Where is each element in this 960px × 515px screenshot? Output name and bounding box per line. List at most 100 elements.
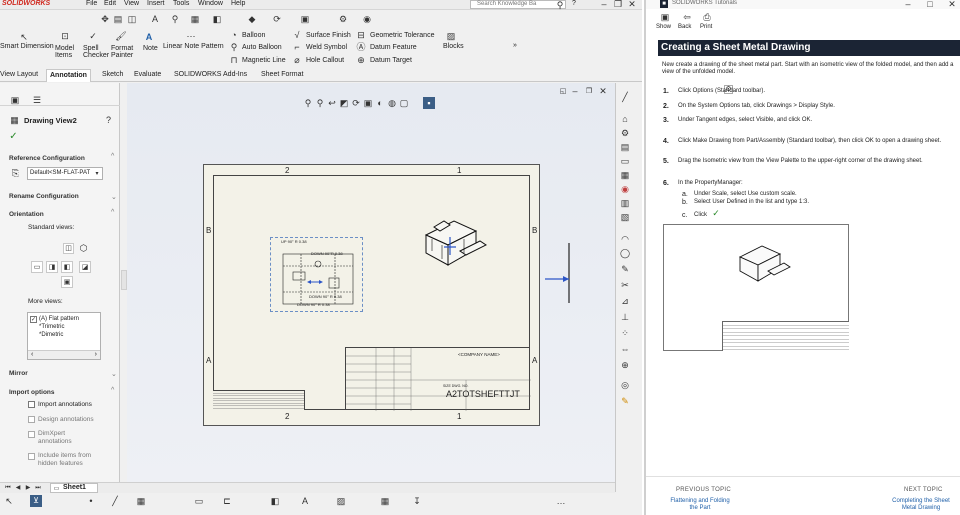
dimxpert-checkbox[interactable]: [28, 431, 35, 438]
table-icon[interactable]: ▦: [380, 496, 390, 506]
linear-note-pattern-icon[interactable]: ⋯: [185, 31, 197, 41]
font-icon[interactable]: A: [300, 496, 310, 506]
note-icon[interactable]: A: [144, 32, 154, 43]
next-sheet-icon[interactable]: ▶: [24, 484, 32, 492]
linear-note-pattern-button[interactable]: Linear Note Pattern: [163, 43, 224, 50]
file-explorer-icon[interactable]: ▭: [619, 155, 631, 167]
show-icon[interactable]: ▣: [660, 12, 670, 22]
zoom-to-fit-icon[interactable]: ⚲: [303, 98, 313, 108]
menu-window[interactable]: Window: [198, 0, 223, 7]
top-view-icon[interactable]: ◫: [63, 243, 74, 254]
mirror-entities-icon[interactable]: ⇔: [619, 343, 631, 355]
pattern-icon[interactable]: ⁘: [619, 327, 631, 339]
close-icon[interactable]: ✕: [599, 86, 607, 95]
format-painter-icon[interactable]: 🖌: [115, 31, 126, 41]
sketch-arc-icon[interactable]: ◠: [619, 233, 631, 245]
ok-check-icon[interactable]: ✓: [9, 131, 18, 141]
restore-icon[interactable]: ❐: [585, 87, 593, 95]
pm-help-icon[interactable]: ?: [104, 116, 113, 125]
collapse-icon[interactable]: ^: [111, 209, 114, 216]
search-input[interactable]: Search Knowledge Ba: [477, 1, 536, 7]
zoom-icon[interactable]: ⚲: [170, 14, 180, 24]
surface-finish-icon[interactable]: √: [293, 30, 301, 39]
layer-icon[interactable]: ◫: [127, 14, 137, 24]
hole-callout-icon[interactable]: ⌀: [293, 55, 301, 64]
arrow-icon[interactable]: ↧: [412, 496, 422, 506]
sheet-tab[interactable]: ▭ Sheet1: [50, 483, 98, 493]
line-icon[interactable]: ╱: [110, 496, 120, 506]
previous-topic-link[interactable]: Flattening and Folding the Part: [666, 498, 734, 512]
point-icon[interactable]: •: [86, 496, 96, 506]
list-item[interactable]: *Trimetric: [39, 324, 64, 330]
collapse-icon[interactable]: ^: [111, 387, 114, 394]
expand-icon[interactable]: ⌄: [111, 370, 117, 378]
restore-icon[interactable]: □: [926, 0, 934, 8]
tab-annotation[interactable]: Annotation: [46, 69, 91, 82]
text-icon[interactable]: A: [150, 14, 160, 24]
ref-config-header[interactable]: Reference Configuration: [9, 155, 85, 162]
weld-symbol-icon[interactable]: ⌐: [293, 42, 301, 51]
model-items-icon[interactable]: ⊡: [60, 31, 70, 41]
back-view-icon[interactable]: ▣: [61, 276, 73, 288]
print-button[interactable]: Print: [700, 24, 712, 30]
magnetic-line-icon[interactable]: ⊓: [230, 55, 238, 64]
smart-dimension-button[interactable]: Smart Dimension: [0, 43, 54, 50]
select-icon[interactable]: ↖: [4, 496, 14, 506]
menu-help[interactable]: Help: [231, 0, 245, 7]
menu-edit[interactable]: Edit: [104, 0, 116, 7]
rename-config-header[interactable]: Rename Configuration: [9, 193, 79, 200]
mirror-header[interactable]: Mirror: [9, 370, 28, 377]
macro-icon[interactable]: ✎: [619, 395, 631, 407]
more-views-list[interactable]: ✓ (A) Flat pattern *Trimetric *Dimetric …: [27, 312, 101, 360]
tab-evaluate[interactable]: Evaluate: [134, 71, 161, 78]
model-items-button[interactable]: Model Items: [55, 45, 77, 60]
expand-icon[interactable]: ⌄: [111, 193, 117, 201]
tab-sketch[interactable]: Sketch: [102, 71, 123, 78]
flat-pattern-checkbox[interactable]: ✓: [30, 316, 37, 323]
right-view-icon[interactable]: ◧: [61, 261, 73, 273]
isometric-view[interactable]: [420, 209, 500, 275]
rectangle-icon[interactable]: ▭: [194, 496, 204, 506]
zoom-area-icon[interactable]: ⚲: [315, 98, 325, 108]
print-icon[interactable]: ⎙: [702, 12, 712, 22]
previous-view-icon[interactable]: ↩: [327, 98, 337, 108]
collapse-icon[interactable]: ^: [111, 153, 114, 160]
list-tab-icon[interactable]: ☰: [32, 95, 42, 105]
palette-icon[interactable]: ◉: [362, 14, 372, 24]
chevron-down-icon[interactable]: ▾: [93, 170, 101, 178]
ribbon-expand-icon[interactable]: »: [513, 42, 517, 49]
format-painter-button[interactable]: Format Painter: [111, 45, 137, 60]
datum-feature-icon[interactable]: Ⓐ: [356, 42, 366, 51]
pan-icon[interactable]: ✥: [100, 14, 110, 24]
isometric-view-icon[interactable]: ⬡: [78, 243, 89, 254]
first-sheet-icon[interactable]: ⏮: [4, 484, 12, 492]
orientation-header[interactable]: Orientation: [9, 211, 44, 218]
appearance-icon[interactable]: ◍: [387, 98, 397, 108]
auto-balloon-button[interactable]: Auto Balloon: [242, 44, 282, 51]
datum-feature-button[interactable]: Datum Feature: [370, 44, 417, 51]
menu-tools[interactable]: Tools: [173, 0, 189, 7]
grid-icon[interactable]: ▦: [190, 14, 200, 24]
datum-target-icon[interactable]: ⊕: [356, 55, 366, 64]
front-view-icon[interactable]: ▭: [31, 261, 43, 273]
weld-symbol-button[interactable]: Weld Symbol: [306, 44, 347, 51]
filter-icon[interactable]: ⊻: [30, 495, 42, 507]
forum-icon[interactable]: ▧: [619, 211, 631, 223]
datum-target-button[interactable]: Datum Target: [370, 57, 412, 64]
options-icon[interactable]: ⚙: [338, 14, 348, 24]
flat-pattern-view[interactable]: UP 90° R 0.38 DOWN 90°R 0.38 DOWN 90° R …: [270, 237, 363, 312]
circle-tool-icon[interactable]: ◯: [619, 247, 631, 259]
menu-view[interactable]: View: [124, 0, 139, 7]
tab-view-layout[interactable]: View Layout: [0, 71, 38, 78]
minimize-icon[interactable]: –: [904, 0, 912, 8]
prev-sheet-icon[interactable]: ◀: [14, 484, 22, 492]
grid-snap-icon[interactable]: ▦: [136, 496, 146, 506]
custom-properties-icon[interactable]: ▥: [619, 197, 631, 209]
balloon-icon[interactable]: ◔: [230, 30, 238, 39]
monitor-icon[interactable]: ▪: [423, 97, 435, 109]
restore-icon[interactable]: ❐: [614, 0, 622, 9]
geometric-tolerance-icon[interactable]: ⊟: [356, 30, 366, 39]
search-box[interactable]: Search Knowledge Ba ⚲: [470, 0, 566, 9]
include-hidden-checkbox[interactable]: [28, 453, 35, 460]
trim-icon[interactable]: ✂: [619, 279, 631, 291]
